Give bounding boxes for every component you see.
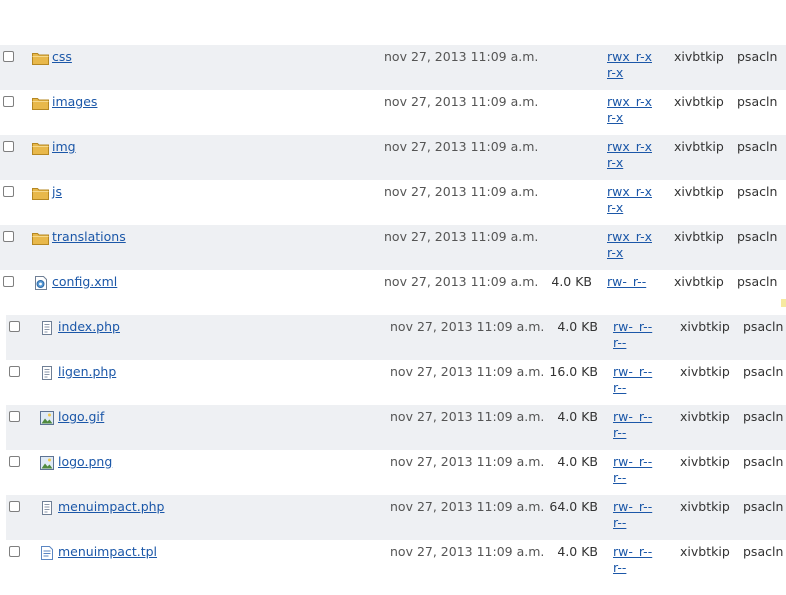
file-owner: xivbtkip	[674, 94, 724, 109]
file-group: psacln	[743, 454, 784, 469]
table-row: img nov 27, 2013 11:09 a.m. rwx r-x r-x …	[0, 135, 786, 180]
folder-icon	[32, 188, 49, 200]
table-row: js nov 27, 2013 11:09 a.m. rwx r-x r-x x…	[0, 180, 786, 225]
modified-date: nov 27, 2013 11:09 a.m.	[384, 139, 539, 154]
row-checkbox[interactable]	[3, 96, 14, 107]
table-row: images nov 27, 2013 11:09 a.m. rwx r-x r…	[0, 90, 786, 135]
table-row: css nov 27, 2013 11:09 a.m. rwx r-x r-x …	[0, 45, 786, 90]
permissions-link[interactable]: rwx r-x r-x	[607, 139, 655, 171]
table-row: menuimpact.tpl nov 27, 2013 11:09 a.m. 4…	[6, 540, 786, 585]
permissions-link[interactable]: rwx r-x r-x	[607, 94, 655, 126]
permissions-link[interactable]: rwx r-x r-x	[607, 229, 655, 261]
row-checkbox[interactable]	[3, 51, 14, 62]
permissions-link[interactable]: rw- r-- r--	[613, 409, 661, 441]
file-owner: xivbtkip	[680, 319, 730, 334]
permissions-link[interactable]: rw- r-- r--	[613, 364, 661, 396]
permissions-link[interactable]: rw- r-- r--	[613, 499, 661, 531]
file-size: 4.0 KB	[551, 274, 592, 289]
folder-icon	[32, 233, 49, 245]
file-name-link[interactable]: images	[52, 94, 97, 109]
file-group: psacln	[743, 364, 784, 379]
file-size: 16.0 KB	[549, 364, 598, 379]
file-group: psacln	[737, 184, 778, 199]
file-size: 4.0 KB	[557, 454, 598, 469]
file-group: psacln	[737, 94, 778, 109]
table-row: logo.png nov 27, 2013 11:09 a.m. 4.0 KB …	[6, 450, 786, 495]
folder-icon	[32, 53, 49, 65]
table-row: logo.gif nov 27, 2013 11:09 a.m. 4.0 KB …	[6, 405, 786, 450]
file-owner: xivbtkip	[674, 184, 724, 199]
permissions-link[interactable]: rw- r-- r--	[613, 319, 661, 351]
file-name-link[interactable]: js	[52, 184, 62, 199]
file-group: psacln	[737, 49, 778, 64]
permissions-link[interactable]: rw- r-- r--	[613, 454, 661, 486]
permissions-link[interactable]: rwx r-x r-x	[607, 49, 655, 81]
file-name-link[interactable]: css	[52, 49, 72, 64]
permissions-link[interactable]: rw- r--	[607, 274, 655, 290]
row-checkbox[interactable]	[3, 186, 14, 197]
table-row: index.php nov 27, 2013 11:09 a.m. 4.0 KB…	[6, 315, 786, 360]
file-group: psacln	[743, 544, 784, 559]
table-row: menuimpact.php nov 27, 2013 11:09 a.m. 6…	[6, 495, 786, 540]
table-row: translations nov 27, 2013 11:09 a.m. rwx…	[0, 225, 786, 270]
folder-icon	[32, 98, 49, 110]
modified-date: nov 27, 2013 11:09 a.m.	[384, 184, 539, 199]
file-group: psacln	[743, 319, 784, 334]
file-owner: xivbtkip	[674, 139, 724, 154]
file-owner: xivbtkip	[680, 499, 730, 514]
table-row: config.xml nov 27, 2013 11:09 a.m. 4.0 K…	[0, 270, 786, 315]
row-checkbox[interactable]	[3, 141, 14, 152]
file-owner: xivbtkip	[674, 274, 724, 289]
modified-date: nov 27, 2013 11:09 a.m.	[384, 229, 539, 244]
file-name-link[interactable]: img	[52, 139, 76, 154]
file-size: 4.0 KB	[557, 319, 598, 334]
permissions-link[interactable]: rwx r-x r-x	[607, 184, 655, 216]
scroll-marker	[781, 299, 786, 307]
folder-icon	[32, 143, 49, 155]
file-owner: xivbtkip	[680, 409, 730, 424]
file-owner: xivbtkip	[674, 229, 724, 244]
file-owner: xivbtkip	[680, 454, 730, 469]
file-group: psacln	[737, 229, 778, 244]
file-owner: xivbtkip	[674, 49, 724, 64]
modified-date: nov 27, 2013 11:09 a.m.	[384, 94, 539, 109]
row-checkbox[interactable]	[3, 231, 14, 242]
file-owner: xivbtkip	[680, 544, 730, 559]
file-size: 4.0 KB	[557, 409, 598, 424]
file-group: psacln	[743, 499, 784, 514]
file-name-link[interactable]: translations	[52, 229, 126, 244]
table-row: ligen.php nov 27, 2013 11:09 a.m. 16.0 K…	[6, 360, 786, 405]
file-size: 64.0 KB	[549, 499, 598, 514]
file-group: psacln	[743, 409, 784, 424]
file-list: css nov 27, 2013 11:09 a.m. rwx r-x r-x …	[0, 45, 786, 585]
file-group: psacln	[737, 274, 778, 289]
file-owner: xivbtkip	[680, 364, 730, 379]
file-group: psacln	[737, 139, 778, 154]
modified-date: nov 27, 2013 11:09 a.m.	[384, 49, 539, 64]
file-size: 4.0 KB	[557, 544, 598, 559]
permissions-link[interactable]: rw- r-- r--	[613, 544, 661, 576]
